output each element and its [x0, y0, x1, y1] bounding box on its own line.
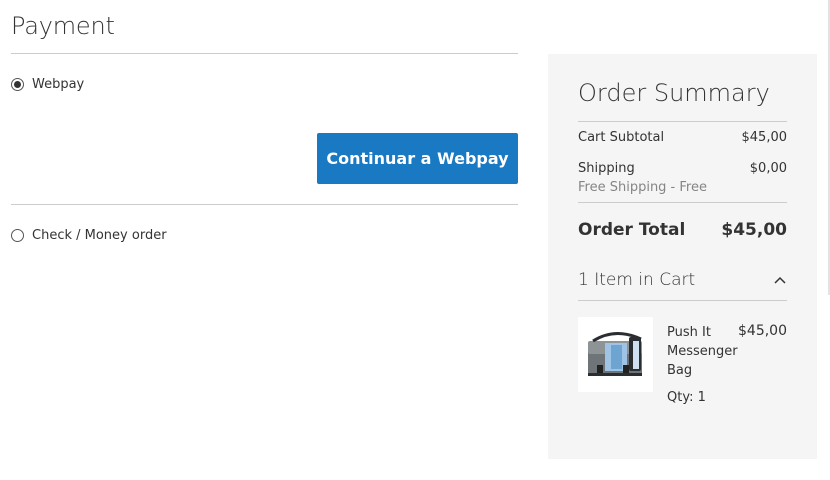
- shipping-value: $0,00: [749, 161, 787, 176]
- order-total-value: $45,00: [721, 220, 787, 240]
- order-total-label: Order Total: [578, 220, 686, 240]
- summary-divider: [578, 300, 787, 301]
- product-name[interactable]: Push It Messenger Bag: [667, 323, 739, 380]
- product-thumbnail: [578, 317, 653, 392]
- webpay-radio[interactable]: [11, 77, 24, 91]
- shipping-label: Shipping: [578, 161, 635, 176]
- order-summary-panel: Order Summary Cart Subtotal $45,00 Shipp…: [548, 54, 817, 459]
- check-money-order-radio[interactable]: [11, 228, 24, 242]
- product-qty: Qty: 1: [667, 390, 706, 405]
- payment-title: Payment: [11, 12, 115, 40]
- order-summary-title: Order Summary: [578, 79, 770, 107]
- summary-divider: [578, 202, 787, 203]
- shipping-method-note: Free Shipping - Free: [578, 180, 707, 195]
- webpay-label[interactable]: Webpay: [32, 77, 84, 92]
- payment-title-divider: [11, 53, 518, 54]
- radio-selected-dot: [14, 80, 21, 88]
- items-in-cart-toggle[interactable]: 1 Item in Cart: [578, 269, 787, 291]
- shipping-row: Shipping $0,00: [578, 161, 787, 176]
- check-money-order-label[interactable]: Check / Money order: [32, 228, 167, 243]
- order-total-row: Order Total $45,00: [578, 220, 787, 240]
- summary-divider: [578, 121, 787, 122]
- payment-method-divider: [11, 204, 518, 205]
- cart-subtotal-label: Cart Subtotal: [578, 130, 665, 145]
- payment-method-webpay[interactable]: Webpay: [11, 74, 84, 94]
- product-price: $45,00: [738, 323, 787, 339]
- cart-subtotal-row: Cart Subtotal $45,00: [578, 130, 787, 145]
- cart-subtotal-value: $45,00: [741, 130, 788, 145]
- items-in-cart-label[interactable]: 1 Item in Cart: [578, 270, 695, 290]
- messenger-bag-image: [587, 331, 642, 376]
- chevron-up-icon[interactable]: [774, 275, 786, 285]
- continue-webpay-button[interactable]: Continuar a Webpay: [317, 133, 518, 184]
- payment-method-check-money-order[interactable]: Check / Money order: [11, 225, 167, 245]
